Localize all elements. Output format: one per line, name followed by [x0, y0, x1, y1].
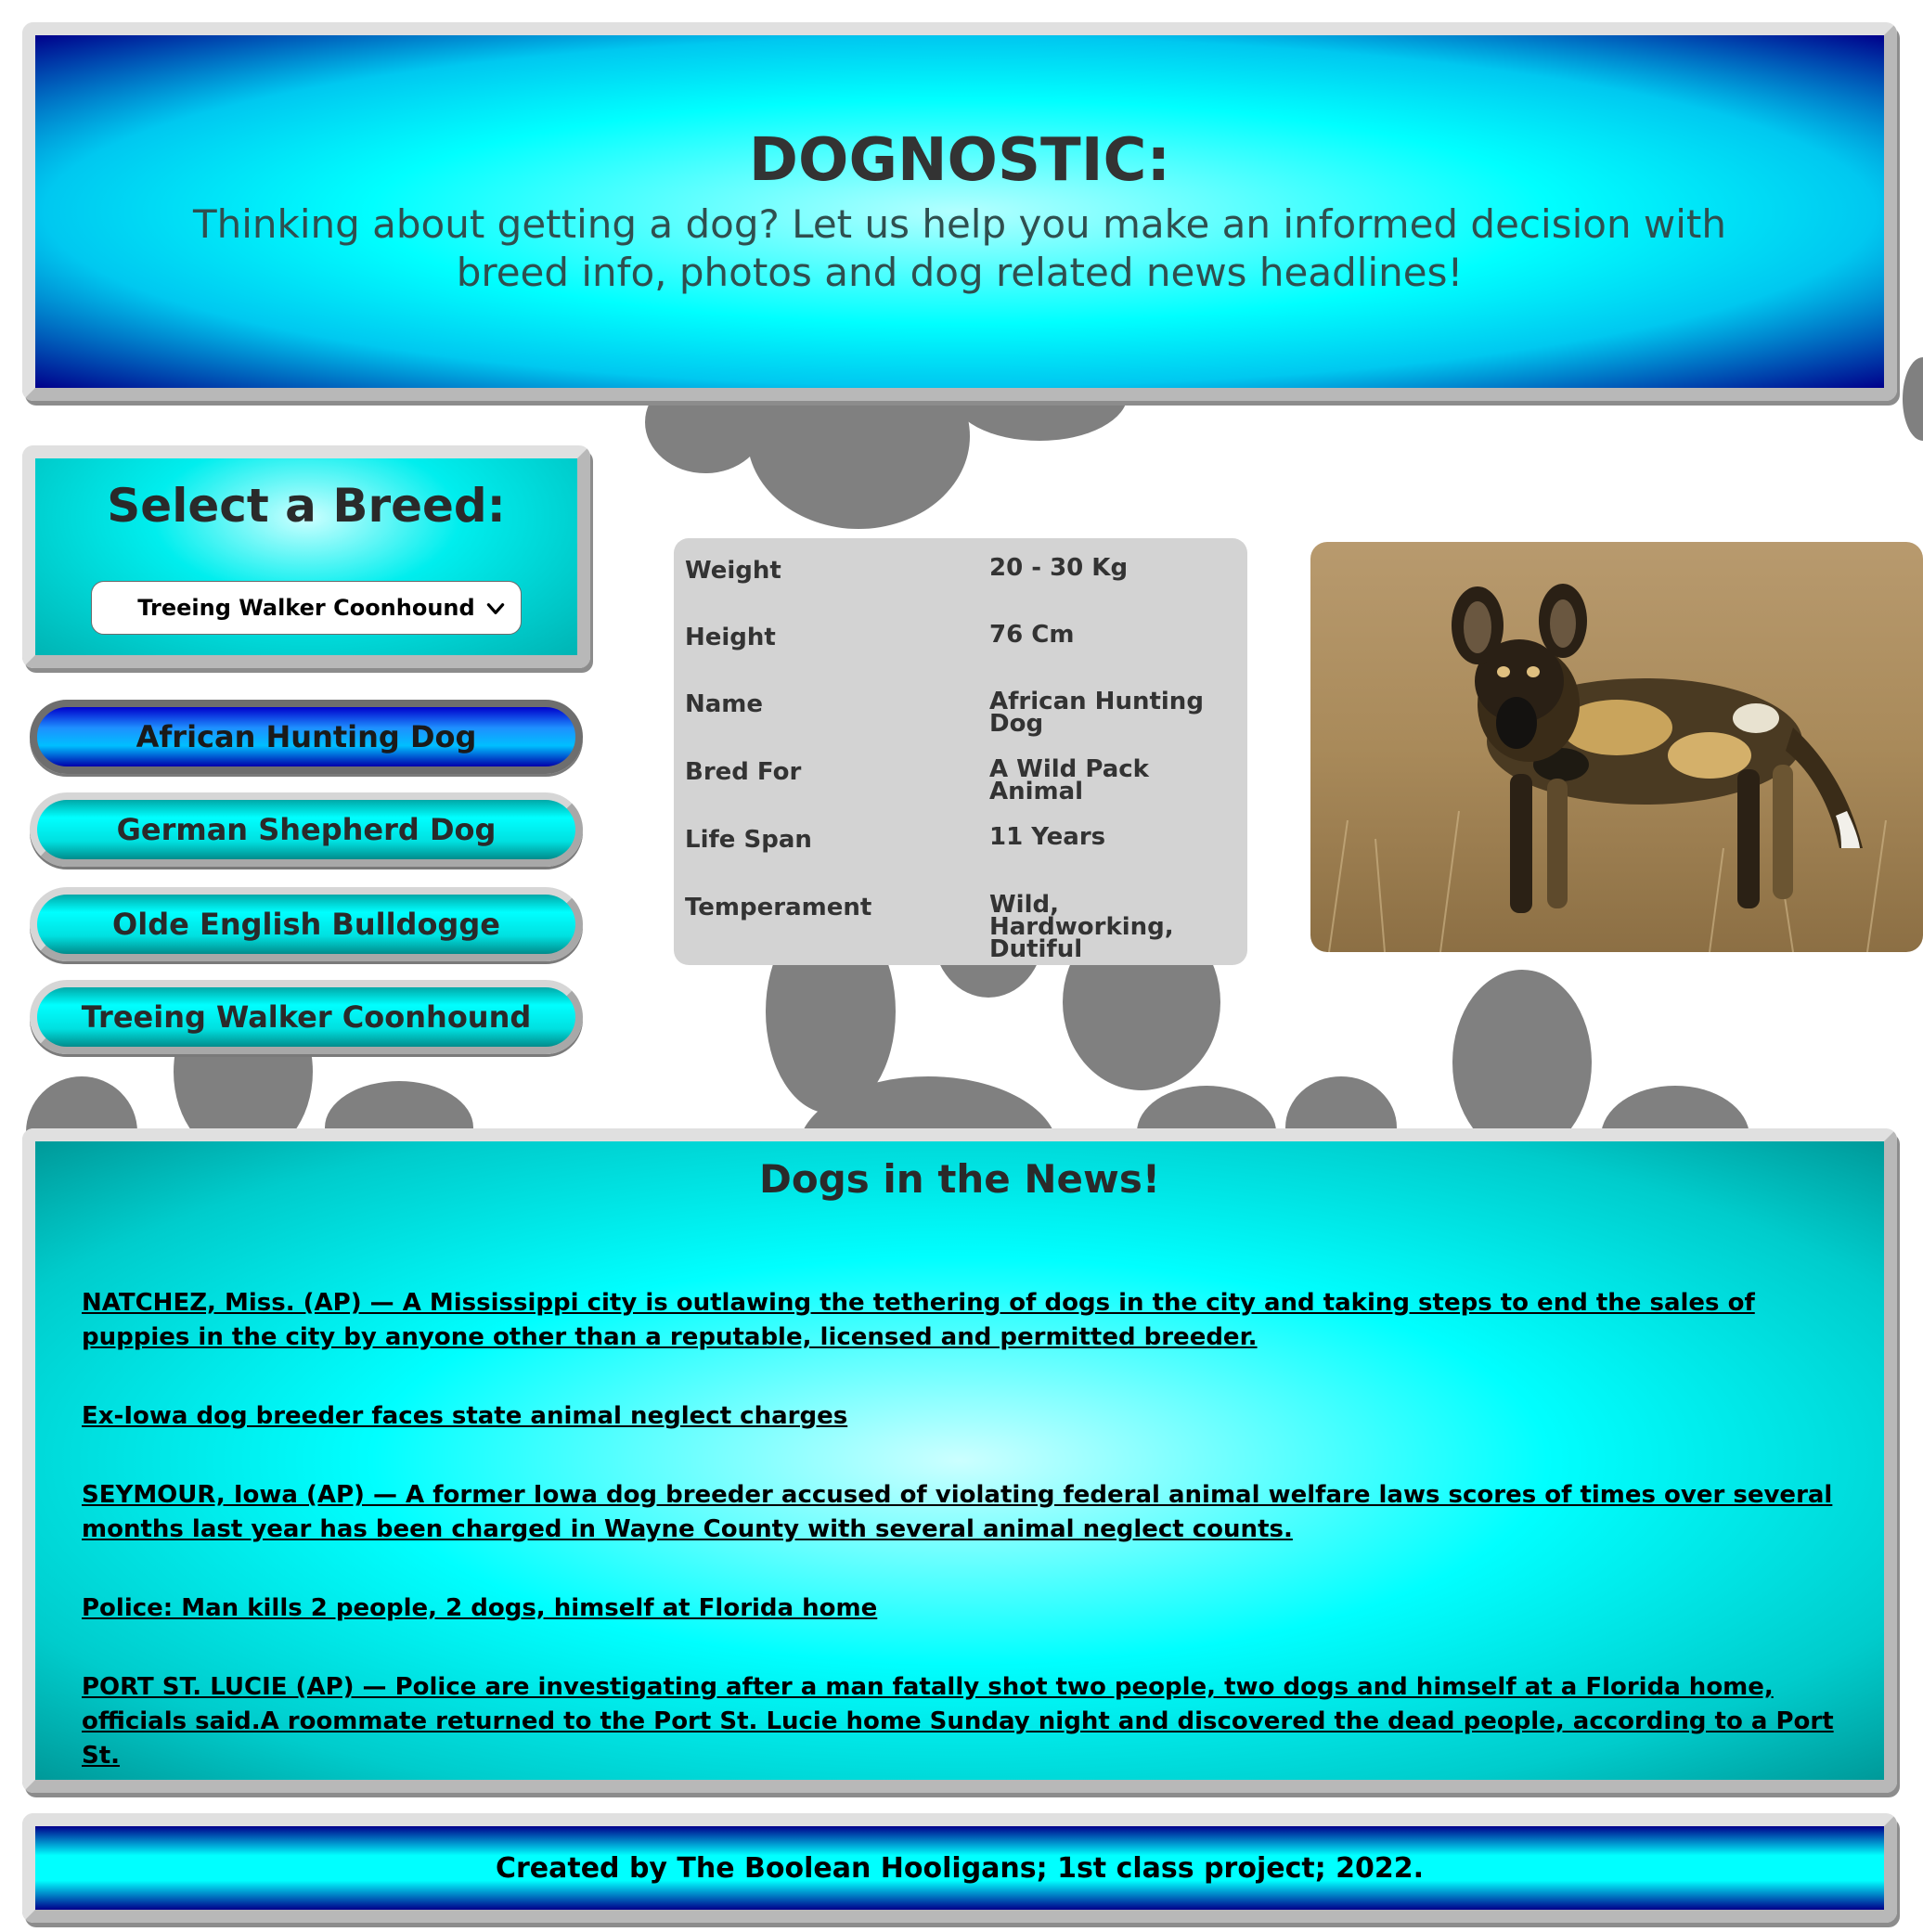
news-heading: Dogs in the News!: [759, 1156, 1160, 1202]
news-headline-link[interactable]: PORT ST. LUCIE (AP) — Police are investi…: [82, 1670, 1864, 1773]
info-key: Height: [685, 624, 776, 651]
info-key: Bred For: [685, 758, 802, 786]
breed-button-label: Olde English Bulldogge: [112, 907, 500, 942]
breed-button-african-hunting-dog[interactable]: African Hunting Dog: [30, 700, 583, 774]
info-key: Life Span: [685, 826, 812, 854]
info-value: 20 - 30 Kg: [989, 554, 1129, 582]
news-headline-link[interactable]: SEYMOUR, Iowa (AP) — A former Iowa dog b…: [82, 1478, 1864, 1547]
site-title: DOGNOSTIC:: [748, 126, 1171, 195]
news-headline-link[interactable]: NATCHEZ, Miss. (AP) — A Mississippi city…: [82, 1286, 1864, 1355]
breed-button-german-shepherd-dog[interactable]: German Shepherd Dog: [30, 792, 583, 867]
african-hunting-dog-image: [1310, 542, 1923, 952]
breed-button-label: African Hunting Dog: [136, 719, 477, 754]
breed-select-panel: Select a Breed: Treeing Walker Coonhound: [22, 445, 590, 668]
breed-dropdown[interactable]: Treeing Walker Coonhound: [91, 581, 522, 635]
breed-button-label: German Shepherd Dog: [116, 812, 497, 847]
news-headline-link[interactable]: Ex-Iowa dog breeder faces state animal n…: [82, 1399, 1864, 1434]
info-key: Temperament: [685, 894, 872, 921]
info-key: Name: [685, 690, 764, 718]
footer-banner: Created by The Boolean Hooligans; 1st cl…: [22, 1813, 1897, 1923]
footer-credit: Created by The Boolean Hooligans; 1st cl…: [495, 1851, 1425, 1885]
breed-dropdown-value: Treeing Walker Coonhound: [137, 595, 475, 621]
breed-button-label: Treeing Walker Coonhound: [81, 999, 532, 1035]
breed-photo: [1310, 542, 1923, 952]
info-value: 76 Cm: [989, 621, 1075, 649]
info-value: African Hunting Dog: [989, 688, 1204, 738]
header-banner: DOGNOSTIC: Thinking about getting a dog?…: [22, 22, 1897, 401]
breed-info-table: Weight 20 - 30 Kg Height 76 Cm Name Afri…: [674, 538, 1247, 965]
breed-select-heading: Select a Breed:: [107, 479, 506, 533]
info-value: A Wild Pack Animal: [989, 755, 1149, 805]
info-value: 11 Years: [989, 823, 1106, 851]
chevron-down-icon: [486, 603, 505, 614]
news-panel: Dogs in the News! NATCHEZ, Miss. (AP) — …: [22, 1128, 1897, 1793]
info-key: Weight: [685, 557, 781, 585]
site-subtitle: Thinking about getting a dog? Let us hel…: [192, 201, 1727, 295]
info-value: Wild, Hardworking, Dutiful: [989, 891, 1174, 963]
breed-button-olde-english-bulldogge[interactable]: Olde English Bulldogge: [30, 887, 583, 961]
news-headline-link[interactable]: Police: Man kills 2 people, 2 dogs, hims…: [82, 1591, 1864, 1626]
breed-button-treeing-walker-coonhound[interactable]: Treeing Walker Coonhound: [30, 980, 583, 1054]
